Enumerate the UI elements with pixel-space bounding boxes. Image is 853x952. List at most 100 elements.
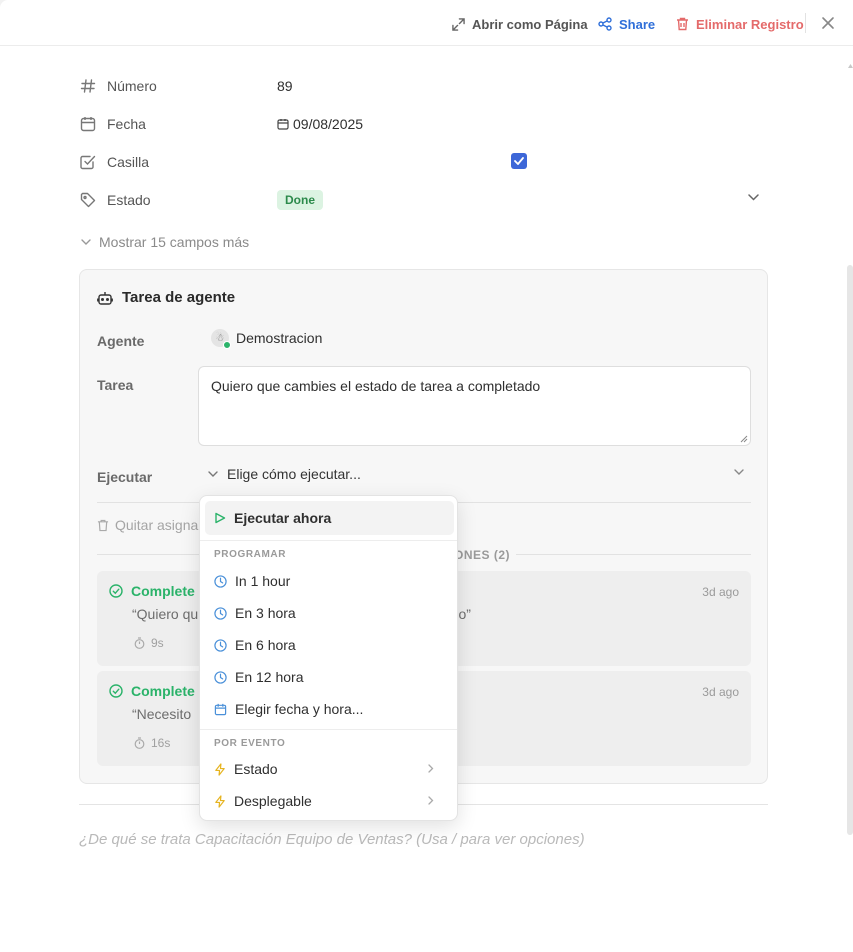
- menu-separator: [200, 729, 457, 730]
- menu-item-label: Desplegable: [234, 793, 312, 809]
- clock-icon: [214, 638, 227, 652]
- share-icon: [598, 17, 612, 31]
- share-label: Share: [619, 16, 656, 32]
- agent-task-title: Tarea de agente: [97, 289, 235, 306]
- trash-icon: [97, 519, 109, 531]
- clock-icon: [214, 670, 227, 684]
- calendar-icon: [80, 117, 96, 132]
- play-icon: [215, 512, 226, 524]
- duration-value: 9s: [151, 636, 164, 650]
- toolbar-divider: [805, 13, 806, 33]
- scroll-up-arrow-icon[interactable]: [848, 62, 853, 70]
- menu-item-schedule[interactable]: In 1 hour: [205, 566, 454, 596]
- estado-select[interactable]: Done: [277, 190, 323, 210]
- menu-item-event-estado[interactable]: Estado: [205, 754, 454, 784]
- menu-item-schedule[interactable]: En 6 hora: [205, 630, 454, 660]
- chevron-down-icon: [81, 239, 91, 245]
- execute-placeholder: Elige cómo ejecutar...: [227, 466, 361, 482]
- menu-section-schedule: PROGRAMAR: [214, 549, 287, 560]
- tag-icon: [80, 192, 96, 208]
- menu-item-pick-datetime[interactable]: Elegir fecha y hora...: [205, 694, 454, 724]
- expand-icon: [452, 17, 465, 31]
- execution-prompt-start: “Quiero qu: [132, 606, 199, 622]
- execute-options-menu: Ejecutar ahora PROGRAMAR In 1 hour En 3 …: [199, 495, 458, 821]
- editor-placeholder[interactable]: ¿De qué se trata Capacitación Equipo de …: [79, 831, 585, 848]
- agent-label: Agente: [97, 333, 145, 349]
- execution-status-label: Complete: [131, 583, 195, 599]
- chevron-down-icon[interactable]: [748, 194, 759, 201]
- show-more-label: Mostrar 15 campos más: [99, 234, 250, 250]
- record-modal: Abrir como Página Share Eliminar Registr…: [0, 0, 853, 952]
- status-badge: Done: [277, 190, 323, 210]
- close-icon[interactable]: [820, 15, 836, 31]
- task-label: Tarea: [97, 377, 134, 393]
- stopwatch-icon: [134, 637, 145, 649]
- menu-item-label: Estado: [234, 761, 278, 777]
- menu-item-schedule[interactable]: En 12 hora: [205, 662, 454, 692]
- agent-avatar: ☃: [211, 329, 231, 349]
- property-label: Casilla: [107, 154, 150, 170]
- remove-assignment-button[interactable]: Quitar asigna: [97, 517, 198, 533]
- robot-icon: [97, 291, 113, 305]
- menu-item-label: En 12 hora: [235, 669, 304, 685]
- execution-prompt-start: “Necesito: [132, 706, 192, 722]
- calendar-icon: [214, 703, 227, 715]
- lightning-icon: [215, 762, 225, 776]
- checkbox-outline-icon: [80, 155, 96, 170]
- menu-item-label: Elegir fecha y hora...: [235, 701, 364, 717]
- lightning-icon: [215, 794, 225, 808]
- chevron-down-icon: [734, 469, 744, 475]
- property-label: Fecha: [107, 116, 146, 132]
- menu-item-schedule[interactable]: En 3 hora: [205, 598, 454, 628]
- agent-task-title-text: Tarea de agente: [122, 289, 236, 306]
- online-indicator: [223, 341, 231, 349]
- execution-status-label: Complete: [131, 683, 195, 699]
- menu-item-label: In 1 hour: [235, 573, 291, 589]
- task-textarea[interactable]: Quiero que cambies el estado de tarea a …: [198, 366, 751, 446]
- delete-record-button[interactable]: Eliminar Registro: [676, 14, 804, 34]
- open-as-page-button[interactable]: Abrir como Página: [452, 14, 588, 34]
- open-as-page-label: Abrir como Página: [472, 16, 588, 32]
- menu-item-event-desplegable[interactable]: Desplegable: [205, 786, 454, 816]
- execution-status: Complete: [109, 583, 195, 599]
- menu-section-event: POR EVENTO: [214, 738, 286, 749]
- agent-name: Demostracion: [236, 330, 323, 346]
- agent-selector[interactable]: ☃ Demostracion: [211, 329, 323, 349]
- resize-handle-icon[interactable]: [740, 435, 748, 443]
- menu-item-label: En 3 hora: [235, 605, 296, 621]
- modal-toolbar: Abrir como Página Share Eliminar Registr…: [0, 0, 853, 46]
- date-value: 09/08/2025: [293, 116, 364, 132]
- execute-mode-select[interactable]: Elige cómo ejecutar...: [208, 463, 744, 485]
- casilla-checkbox[interactable]: [511, 153, 527, 169]
- remove-assignment-label: Quitar asigna: [115, 517, 199, 533]
- property-value-fecha[interactable]: 09/08/2025: [277, 116, 363, 132]
- execution-time-ago: 3d ago: [702, 685, 739, 699]
- hash-icon: [80, 79, 96, 93]
- trash-icon: [677, 17, 688, 31]
- check-circle-icon: [109, 584, 123, 598]
- property-row-fecha: Fecha 09/08/2025: [79, 112, 769, 136]
- scrollbar-thumb[interactable]: [847, 265, 853, 835]
- execute-label: Ejecutar: [97, 469, 153, 485]
- menu-item-label: Ejecutar ahora: [234, 510, 332, 526]
- execution-time-ago: 3d ago: [702, 585, 739, 599]
- menu-item-label: En 6 hora: [235, 637, 296, 653]
- stopwatch-icon: [134, 737, 145, 749]
- check-circle-icon: [109, 684, 123, 698]
- property-label: Número: [107, 78, 157, 94]
- execution-duration: 9s: [134, 636, 164, 650]
- chevron-right-icon: [428, 764, 434, 773]
- property-value-numero[interactable]: 89: [277, 78, 293, 94]
- menu-item-run-now[interactable]: Ejecutar ahora: [205, 501, 454, 535]
- property-row-estado: Estado Done: [79, 188, 769, 212]
- property-label: Estado: [107, 192, 151, 208]
- duration-value: 16s: [151, 736, 171, 750]
- menu-separator: [200, 540, 457, 541]
- show-more-fields[interactable]: Mostrar 15 campos más: [81, 234, 249, 250]
- clock-icon: [214, 606, 227, 620]
- execution-status: Complete: [109, 683, 195, 699]
- property-row-numero: Número 89: [79, 74, 769, 98]
- check-icon: [514, 157, 524, 165]
- property-row-casilla: Casilla: [79, 150, 769, 174]
- share-button[interactable]: Share: [598, 14, 655, 34]
